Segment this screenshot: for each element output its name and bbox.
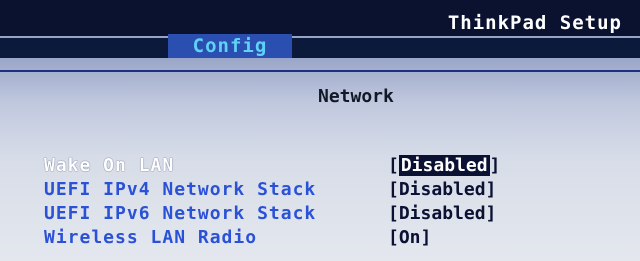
- bracket-open: [: [388, 227, 399, 248]
- header-divider: [0, 70, 640, 72]
- setting-label: UEFI IPv6 Network Stack: [44, 203, 317, 224]
- setting-value[interactable]: [Disabled]: [388, 179, 496, 200]
- header-bar: ThinkPad Setup: [0, 0, 640, 38]
- setting-value-text: Disabled: [398, 155, 490, 176]
- setting-value[interactable]: [Disabled]: [388, 203, 496, 224]
- page-title: Network: [318, 86, 394, 107]
- setting-value[interactable]: [Disabled]: [388, 155, 500, 176]
- setting-label: Wireless LAN Radio: [44, 227, 258, 248]
- bracket-open: [: [388, 203, 399, 224]
- bracket-close: ]: [485, 179, 497, 200]
- setting-row-uefi-ipv6[interactable]: UEFI IPv6 Network Stack [Disabled]: [44, 203, 604, 225]
- bracket-close: ]: [420, 227, 432, 248]
- setting-row-wake-on-lan[interactable]: Wake On LAN [Disabled]: [44, 155, 604, 177]
- setting-value[interactable]: [On]: [388, 227, 431, 248]
- bracket-close: ]: [489, 155, 501, 176]
- setting-label: Wake On LAN: [44, 155, 175, 176]
- bracket-close: ]: [485, 203, 497, 224]
- tab-config[interactable]: Config: [168, 34, 292, 58]
- bracket-open: [: [388, 179, 399, 200]
- setting-row-uefi-ipv4[interactable]: UEFI IPv4 Network Stack [Disabled]: [44, 179, 604, 201]
- setting-value-text: On: [398, 227, 421, 248]
- setting-value-text: Disabled: [398, 203, 486, 224]
- setting-row-wireless-lan-radio[interactable]: Wireless LAN Radio [On]: [44, 227, 604, 249]
- setting-label: UEFI IPv4 Network Stack: [44, 179, 317, 200]
- setting-value-text: Disabled: [398, 179, 486, 200]
- app-title: ThinkPad Setup: [447, 12, 622, 34]
- bracket-open: [: [388, 155, 399, 176]
